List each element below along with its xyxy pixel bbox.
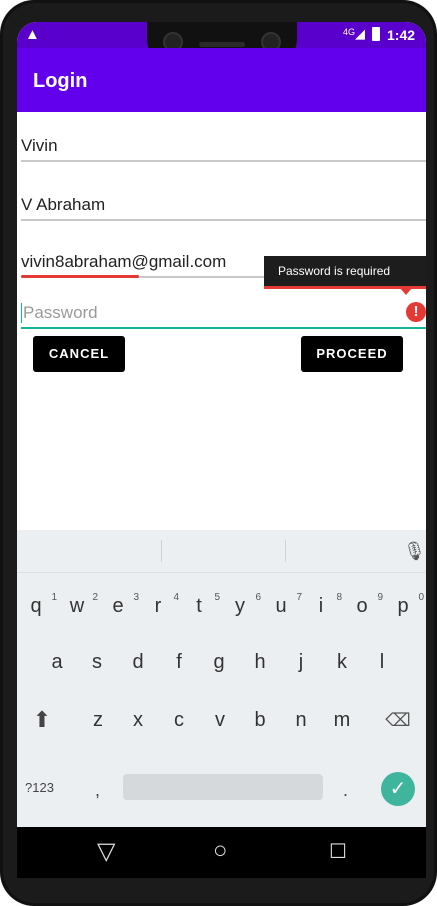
page-title: Login [33,70,88,92]
recents-icon[interactable]: ☐ [329,839,347,864]
key-q[interactable]: q1 [21,586,57,626]
password-field[interactable]: Password [21,295,426,329]
key-h[interactable]: h [245,642,275,682]
key-p[interactable]: p0 [388,586,424,626]
shift-key-icon[interactable]: ⬆ [27,700,57,740]
key-v[interactable]: v [205,700,235,740]
network-label: 4G [343,27,356,37]
key-r[interactable]: r4 [143,586,179,626]
key-y[interactable]: y6 [225,586,261,626]
key-o[interactable]: o9 [347,586,383,626]
key-d[interactable]: d [123,642,153,682]
key-z[interactable]: z [83,700,113,740]
app-bar: Login [17,48,426,112]
key-a[interactable]: a [42,642,72,682]
suggestion-divider [285,540,286,562]
home-icon[interactable]: ○ [213,837,228,865]
proceed-button[interactable]: PROCEED [301,336,403,372]
last-name-value: V Abraham [21,195,106,214]
key-j[interactable]: j [286,642,316,682]
comma-key[interactable]: , [95,780,100,801]
battery-icon [372,27,380,41]
key-g[interactable]: g [204,642,234,682]
check-icon[interactable]: ✓ [381,772,415,806]
password-placeholder: Password [23,303,98,322]
key-k[interactable]: k [327,642,357,682]
cancel-button[interactable]: CANCEL [33,336,125,372]
key-t[interactable]: t5 [184,586,220,626]
warning-icon: ▲ [25,26,40,43]
key-e[interactable]: e3 [103,586,139,626]
first-name-field[interactable]: Vivin [21,126,426,162]
first-name-value: Vivin [21,136,58,155]
space-key[interactable] [123,774,323,800]
symbols-key[interactable]: ?123 [25,780,54,795]
password-error-text: Password is required [278,264,391,278]
key-f[interactable]: f [164,642,194,682]
screen: ▲ 4G ◢ 1:42 Login Vivin V Abraham vivin8… [17,22,426,878]
text-cursor [21,303,22,323]
key-l[interactable]: l [367,642,397,682]
key-c[interactable]: c [164,700,194,740]
key-s[interactable]: s [82,642,112,682]
soft-keyboard: 🎙 q1 w2 e3 r4 t5 y6 u7 i8 o9 p0 a s d f [17,530,426,827]
spellcheck-underline [21,275,139,278]
suggestion-strip: 🎙 [17,530,426,573]
back-icon[interactable]: ▽ [97,837,115,866]
key-b[interactable]: b [245,700,275,740]
key-w[interactable]: w2 [62,586,98,626]
backspace-icon[interactable]: ⌫ [383,700,413,740]
status-time: 1:42 [387,27,416,43]
key-n[interactable]: n [286,700,316,740]
tooltip-arrow [400,288,412,295]
key-m[interactable]: m [327,700,357,740]
speaker-grille [199,42,245,47]
key-u[interactable]: u7 [266,586,302,626]
navigation-bar: ▽ ○ ☐ [17,827,426,878]
microphone-icon[interactable]: 🎙 [403,541,426,562]
email-value: vivin8abraham@gmail.com [21,252,227,271]
phone-frame: ▲ 4G ◢ 1:42 Login Vivin V Abraham vivin8… [0,0,437,906]
error-icon: ! [406,302,426,322]
period-key[interactable]: . [343,780,348,801]
password-error-tooltip: Password is required [264,256,426,289]
signal-icon: ◢ [355,26,365,41]
key-x[interactable]: x [123,700,153,740]
last-name-field[interactable]: V Abraham [21,185,426,221]
suggestion-divider [161,540,162,562]
key-i[interactable]: i8 [306,586,342,626]
